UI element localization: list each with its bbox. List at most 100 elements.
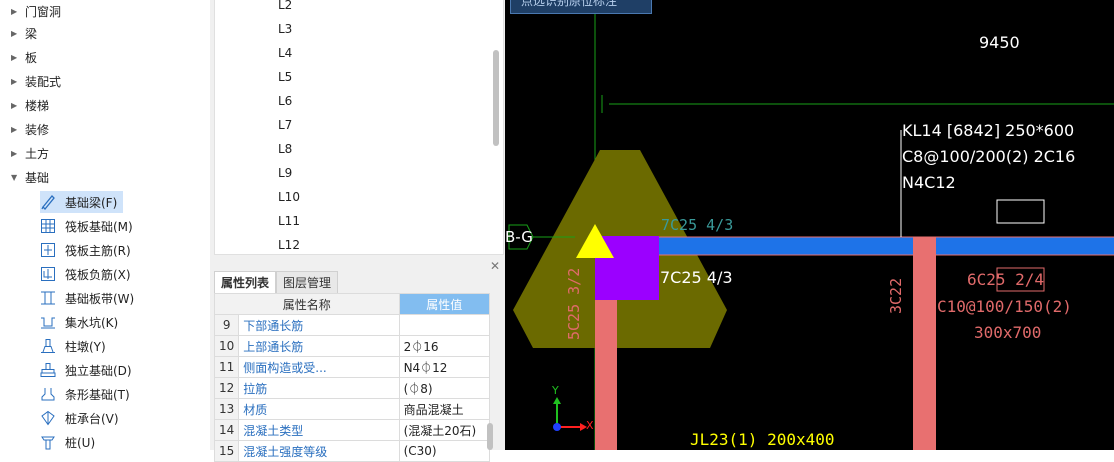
layer-item[interactable]: L10 bbox=[278, 190, 300, 204]
stirrup-label[interactable]: C10@100/150(2) bbox=[937, 297, 1072, 316]
property-value[interactable]: (⏀8) bbox=[398, 377, 491, 399]
kl14-label-line1[interactable]: KL14 [6842] 250*600 bbox=[902, 121, 1074, 140]
chevron-right-icon[interactable]: ▶ bbox=[11, 125, 21, 134]
tree-item-label: 筏板主筋(R) bbox=[65, 243, 131, 258]
cad-drawing bbox=[508, 0, 1114, 450]
tree-category-stairs[interactable]: ▶ 楼梯 bbox=[0, 94, 208, 116]
layer-item[interactable]: L12 bbox=[278, 238, 300, 252]
row-number: 9 bbox=[213, 314, 240, 336]
tree-item-column-pier[interactable]: 柱墩(Y) bbox=[40, 335, 112, 357]
rebar-label-upper[interactable]: 7C25 4/3 bbox=[661, 216, 733, 234]
component-tree: ▶ 门窗洞 ▶ 梁 ▶ 板 ▶ 装配式 ▶ 楼梯 ▶ 装修 ▶ 土方 ▼ 基础 … bbox=[0, 0, 211, 450]
x-axis-label: X bbox=[586, 419, 594, 432]
pile-cap-icon bbox=[40, 410, 56, 426]
layer-item[interactable]: L7 bbox=[278, 118, 292, 132]
table-row[interactable]: 9 下部通长筋 bbox=[213, 314, 491, 336]
kl14-label-line3[interactable]: N4C12 bbox=[902, 173, 956, 192]
rebar-label-vertical-right[interactable]: 3C22 bbox=[887, 278, 905, 314]
section-size-label[interactable]: 300x700 bbox=[974, 323, 1041, 342]
chevron-right-icon[interactable]: ▶ bbox=[11, 101, 21, 110]
tree-item-foundation-strip[interactable]: 基础板带(W) bbox=[40, 287, 140, 309]
table-header-row: 属性名称 属性值 bbox=[214, 293, 491, 315]
layer-item[interactable]: L4 bbox=[278, 46, 292, 60]
chevron-right-icon[interactable]: ▶ bbox=[11, 29, 21, 38]
chevron-right-icon[interactable]: ▶ bbox=[11, 53, 21, 62]
tree-item-raft-foundation[interactable]: 筏板基础(M) bbox=[40, 215, 139, 237]
table-row[interactable]: 12 拉筋 (⏀8) bbox=[213, 377, 491, 399]
tree-item-pile-cap[interactable]: 桩承台(V) bbox=[40, 407, 125, 429]
chevron-down-icon[interactable]: ▼ bbox=[11, 173, 21, 182]
table-row[interactable]: 13 材质 商品混凝土 bbox=[213, 398, 491, 420]
rebar-label-vertical-left[interactable]: 5C25 3/2 bbox=[565, 268, 583, 340]
jl23-label[interactable]: JL23(1) 200x400 bbox=[690, 430, 835, 449]
tree-category-prefab[interactable]: ▶ 装配式 bbox=[0, 70, 208, 92]
foundation-strip-icon bbox=[40, 290, 56, 306]
layer-item[interactable]: L5 bbox=[278, 70, 292, 84]
layer-item[interactable]: L8 bbox=[278, 142, 292, 156]
property-value[interactable]: 商品混凝土 bbox=[398, 398, 491, 420]
tree-category-label: 板 bbox=[25, 50, 38, 65]
table-row[interactable]: 14 混凝土类型 (混凝土20石) bbox=[213, 419, 491, 441]
column-header-name: 属性名称 bbox=[214, 293, 400, 315]
property-value[interactable]: 2⏀16 bbox=[398, 335, 491, 357]
kl14-label-line2[interactable]: C8@100/200(2) 2C16 bbox=[902, 147, 1075, 166]
property-value[interactable]: (C30) bbox=[398, 440, 491, 462]
blue-beam[interactable] bbox=[655, 237, 1114, 255]
pink-beam-right[interactable] bbox=[913, 237, 936, 450]
tree-category-label: 装修 bbox=[25, 122, 50, 137]
tab-property-list[interactable]: 属性列表 bbox=[214, 271, 277, 295]
close-icon[interactable]: ✕ bbox=[490, 259, 500, 273]
property-value[interactable]: (混凝土20石) bbox=[398, 419, 491, 441]
layer-item[interactable]: L11 bbox=[278, 214, 300, 228]
tree-item-strip-footing[interactable]: 条形基础(T) bbox=[40, 383, 136, 405]
tree-category-slab[interactable]: ▶ 板 bbox=[0, 46, 208, 68]
tree-category-foundation[interactable]: ▼ 基础 bbox=[0, 166, 208, 188]
chevron-right-icon[interactable]: ▶ bbox=[11, 77, 21, 86]
table-row[interactable]: 15 混凝土强度等级 (C30) bbox=[213, 440, 491, 462]
property-name: 下部通长筋 bbox=[238, 314, 400, 336]
layer-item[interactable]: L3 bbox=[278, 22, 292, 36]
drawing-canvas[interactable]: 9450 KL14 [6842] 250*600 C8@100/200(2) 2… bbox=[505, 0, 1114, 450]
tree-item-isolated-footing[interactable]: 独立基础(D) bbox=[40, 359, 138, 381]
tree-category-label: 基础 bbox=[25, 170, 50, 185]
property-value[interactable] bbox=[398, 314, 491, 336]
rebar-label-lower[interactable]: 7C25 4/3 bbox=[660, 268, 733, 287]
tree-category-label: 梁 bbox=[25, 26, 38, 41]
layer-item[interactable]: L2 bbox=[278, 0, 292, 12]
chevron-right-icon[interactable]: ▶ bbox=[11, 149, 21, 158]
point-recognize-button[interactable]: 点选识别原位标注 bbox=[510, 0, 652, 14]
tree-item-raft-main-rebar[interactable]: 筏板主筋(R) bbox=[40, 239, 137, 261]
tree-item-label: 筏板基础(M) bbox=[65, 219, 133, 234]
point-recognize-button-label: 点选识别原位标注 bbox=[521, 0, 618, 8]
tree-category-earthwork[interactable]: ▶ 土方 bbox=[0, 142, 208, 164]
property-name: 拉筋 bbox=[238, 377, 400, 399]
tree-category-label: 土方 bbox=[25, 146, 50, 161]
tree-category-doors-windows[interactable]: ▶ 门窗洞 bbox=[0, 0, 208, 22]
tree-item-label: 筏板负筋(X) bbox=[65, 267, 131, 282]
tree-item-label: 独立基础(D) bbox=[65, 363, 132, 378]
table-row[interactable]: 10 上部通长筋 2⏀16 bbox=[213, 335, 491, 357]
tree-item-label: 桩承台(V) bbox=[65, 411, 119, 426]
table-row[interactable]: 11 侧面构造或受... N4⏀12 bbox=[213, 356, 491, 378]
layer-list-scrollbar[interactable] bbox=[493, 50, 499, 146]
property-name: 混凝土强度等级 bbox=[238, 440, 400, 462]
layer-item[interactable]: L6 bbox=[278, 94, 292, 108]
rebar-label-6c25[interactable]: 6C25 2/4 bbox=[967, 270, 1044, 289]
tree-item-pile[interactable]: 桩(U) bbox=[40, 431, 101, 450]
layer-item[interactable]: L9 bbox=[278, 166, 292, 180]
tab-layer-management[interactable]: 图层管理 bbox=[276, 271, 339, 295]
tree-item-foundation-beam[interactable]: 基础梁(F) bbox=[40, 191, 124, 213]
chevron-right-icon[interactable]: ▶ bbox=[11, 7, 21, 16]
tree-category-decoration[interactable]: ▶ 装修 bbox=[0, 118, 208, 140]
raft-main-rebar-icon bbox=[40, 242, 56, 258]
property-tabs: 属性列表 图层管理 bbox=[214, 271, 339, 295]
property-value[interactable]: N4⏀12 bbox=[398, 356, 491, 378]
raft-negative-rebar-icon bbox=[40, 266, 56, 282]
pink-beam-left[interactable] bbox=[595, 298, 617, 450]
annotation-box bbox=[996, 199, 1045, 224]
tree-item-sump-pit[interactable]: 集水坑(K) bbox=[40, 311, 124, 333]
tree-category-beam[interactable]: ▶ 梁 bbox=[0, 22, 208, 44]
tree-item-label: 基础板带(W) bbox=[65, 291, 135, 306]
tree-item-raft-negative-rebar[interactable]: 筏板负筋(X) bbox=[40, 263, 137, 285]
property-table-scrollbar[interactable] bbox=[487, 423, 493, 450]
